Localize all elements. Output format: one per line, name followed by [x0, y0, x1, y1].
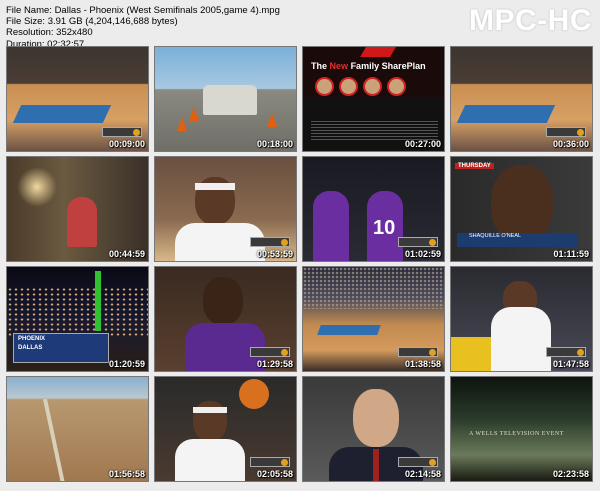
timestamp: 01:56:58	[108, 469, 145, 479]
score-bug	[398, 347, 438, 357]
ad-face	[363, 77, 382, 96]
mpc-hc-logo: MPC-HC	[469, 4, 592, 37]
timestamp: 01:20:59	[108, 359, 145, 369]
thumbnail[interactable]: 02:14:58	[302, 376, 445, 482]
score-bug	[250, 457, 290, 467]
timestamp: 00:27:00	[404, 139, 441, 149]
score-bug	[546, 347, 586, 357]
score-bug	[398, 457, 438, 467]
ad-title-rest: Family SharePlan	[350, 61, 426, 71]
thumbnail[interactable]: PHOENIX DALLAS 01:20:59	[6, 266, 149, 372]
timestamp: 00:09:00	[108, 139, 145, 149]
coach-head	[353, 389, 399, 447]
player-head	[203, 277, 243, 325]
tie	[373, 449, 379, 481]
jersey-number: 10	[373, 217, 396, 239]
court-paint	[12, 105, 112, 123]
jersey	[175, 439, 245, 481]
resolution: Resolution: 352x480	[6, 27, 93, 39]
crowd	[303, 267, 444, 309]
tower	[95, 271, 101, 331]
scoreboard-team: PHOENIX	[18, 336, 46, 342]
thumbnail[interactable]: 00:44:59	[6, 156, 149, 262]
thumbnail[interactable]: 01:38:58	[302, 266, 445, 372]
ad-face	[315, 77, 334, 96]
lamp-glow	[17, 167, 57, 207]
thumbnail[interactable]: A WELLS TELEVISION EVENT 02:23:58	[450, 376, 593, 482]
car	[203, 85, 257, 115]
timestamp: 01:47:58	[552, 359, 589, 369]
score-bug	[250, 347, 290, 357]
file-info: File Name: Dallas - Phoenix (West Semifi…	[6, 5, 280, 50]
timestamp: 01:11:59	[553, 249, 589, 259]
ad-red-stripe	[360, 47, 396, 57]
person	[67, 197, 97, 247]
timestamp: 02:05:58	[256, 469, 293, 479]
headband	[193, 407, 227, 413]
score-bug	[102, 127, 142, 137]
file-name: File Name: Dallas - Phoenix (West Semifi…	[6, 5, 280, 16]
thumbnail[interactable]: 00:36:00	[450, 46, 593, 152]
scoreboard-team: DALLAS	[18, 345, 43, 351]
interviewee-head	[491, 165, 553, 243]
timestamp: 00:44:59	[108, 249, 145, 259]
thumbnail[interactable]: 01:29:58	[154, 266, 297, 372]
court-paint	[456, 105, 556, 123]
thumbnail[interactable]: THURSDAY SHAQUILLE O'NEAL 01:11:59	[450, 156, 593, 262]
ad-title-prefix: The	[311, 61, 328, 71]
thumbnail[interactable]: 01:47:58	[450, 266, 593, 372]
score-bug	[546, 127, 586, 137]
file-size: File Size: 3.91 GB (4,204,146,688 bytes)	[6, 16, 178, 28]
thumbnail[interactable]: 00:53:59	[154, 156, 297, 262]
score-bug	[398, 237, 438, 247]
ad-face	[339, 77, 358, 96]
basketball	[239, 379, 269, 409]
timestamp: 00:18:00	[256, 139, 293, 149]
traffic-cone	[267, 113, 277, 127]
series-scoreboard: PHOENIX DALLAS	[13, 333, 109, 363]
traffic-cone	[189, 107, 199, 121]
thumbnail[interactable]: The New Family SharePlan 00:27:00	[302, 46, 445, 152]
player-silhouette	[313, 191, 349, 261]
headband	[195, 183, 235, 190]
score-bug	[250, 237, 290, 247]
thumbnail[interactable]: 10 01:02:59	[302, 156, 445, 262]
city-lights	[7, 287, 148, 337]
timestamp: 02:14:58	[404, 469, 441, 479]
court-paint	[317, 325, 381, 335]
lower-third: SHAQUILLE O'NEAL	[457, 233, 577, 247]
timestamp: 02:23:58	[552, 469, 589, 479]
ad-title-accent: New	[329, 61, 349, 71]
warmup-shirt	[491, 307, 551, 371]
ad-fine-print	[311, 121, 438, 141]
timestamp: 00:53:59	[256, 249, 293, 259]
ad-face	[387, 77, 406, 96]
thumbnail[interactable]: 00:09:00	[6, 46, 149, 152]
thumbnail[interactable]: 02:05:58	[154, 376, 297, 482]
desert-road	[43, 398, 66, 481]
timestamp: 01:02:59	[404, 249, 441, 259]
thumbnail[interactable]: 00:18:00	[154, 46, 297, 152]
promo-caption: A WELLS TELEVISION EVENT	[469, 431, 564, 437]
traffic-cone	[177, 117, 187, 131]
day-tag: THURSDAY	[455, 163, 494, 169]
thumbnail[interactable]: 01:56:58	[6, 376, 149, 482]
gold-jersey	[451, 337, 491, 371]
timestamp: 01:38:58	[404, 359, 441, 369]
timestamp: 01:29:58	[256, 359, 293, 369]
ad-title: The New Family SharePlan	[311, 61, 426, 71]
timestamp: 00:36:00	[552, 139, 589, 149]
